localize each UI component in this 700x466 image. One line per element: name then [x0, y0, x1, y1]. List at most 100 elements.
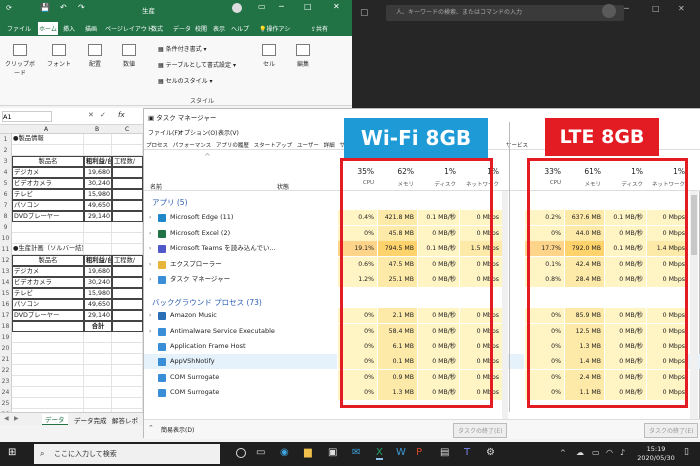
- close-icon[interactable]: ✕: [333, 2, 340, 11]
- expand-icon[interactable]: ›: [149, 226, 151, 241]
- cortana-icon[interactable]: [236, 448, 246, 458]
- ribbon-tab-page-layout[interactable]: ページレイアウト: [104, 22, 154, 35]
- left-scrollbar[interactable]: [502, 191, 508, 419]
- cell-c[interactable]: [112, 288, 143, 299]
- network-icon[interactable]: ◠: [606, 448, 613, 457]
- cell-b[interactable]: 49,650: [84, 200, 112, 211]
- maximize-icon[interactable]: □: [304, 2, 312, 11]
- cell-b[interactable]: 15,980: [84, 288, 112, 299]
- menu-file[interactable]: ファイル(F): [148, 128, 180, 137]
- cell-a[interactable]: [12, 398, 84, 409]
- row-number[interactable]: 12: [0, 255, 12, 266]
- cell-c[interactable]: [112, 211, 143, 222]
- cell-b[interactable]: 15,980: [84, 189, 112, 200]
- cell-c[interactable]: [112, 244, 143, 255]
- clock[interactable]: 15:19 2020/05/30: [632, 445, 680, 463]
- format-as-table-button[interactable]: ▦ テーブルとして書式設定 ▾: [158, 60, 236, 69]
- cell-a[interactable]: デジカメ: [12, 167, 84, 178]
- settings-icon[interactable]: ⚙: [486, 447, 495, 458]
- cell-a[interactable]: DVDプレーヤー: [12, 211, 84, 222]
- word-icon[interactable]: W: [396, 447, 406, 458]
- apps-group-header[interactable]: アプリ (5): [152, 197, 188, 208]
- name-box[interactable]: [2, 111, 52, 122]
- cell-b[interactable]: 粗利益/台: [84, 255, 112, 266]
- row-number[interactable]: 4: [0, 167, 12, 178]
- cell-b[interactable]: [84, 332, 112, 343]
- cancel-edit-icon[interactable]: ✕: [88, 111, 94, 119]
- nav-icon[interactable]: ▢: [360, 8, 369, 18]
- cell-a[interactable]: [12, 233, 84, 244]
- number-group[interactable]: 数値: [116, 44, 142, 68]
- cell-a[interactable]: テレビ: [12, 189, 84, 200]
- cell-a[interactable]: ●生産計画（ソルバー結果）: [12, 244, 84, 255]
- ribbon-tab-view[interactable]: 表示: [212, 22, 226, 35]
- volume-icon[interactable]: ♪: [620, 448, 625, 457]
- cell-a[interactable]: ビデオカメラ: [12, 178, 84, 189]
- row-number[interactable]: 13: [0, 266, 12, 277]
- cell-c[interactable]: [112, 167, 143, 178]
- cell-a[interactable]: テレビ: [12, 288, 84, 299]
- prev-sheet-icon[interactable]: ◀: [4, 415, 9, 422]
- cell-a[interactable]: ビデオカメラ: [12, 277, 84, 288]
- cell-b[interactable]: 49,650: [84, 299, 112, 310]
- cell-c[interactable]: [112, 321, 143, 332]
- end-task-button-right[interactable]: タスクの終了(E): [644, 423, 699, 438]
- ribbon-display-icon[interactable]: ▭: [258, 2, 266, 11]
- cell-c[interactable]: [112, 178, 143, 189]
- cell-a[interactable]: [12, 354, 84, 365]
- terminal-icon[interactable]: ▤: [440, 447, 449, 458]
- autosave-icon[interactable]: ⟳: [6, 4, 12, 12]
- cell-c[interactable]: [112, 376, 143, 387]
- cell-c[interactable]: [112, 310, 143, 321]
- col-status[interactable]: 状態: [277, 182, 289, 191]
- row-number[interactable]: 5: [0, 178, 12, 189]
- cell-b[interactable]: 19,680: [84, 167, 112, 178]
- store-icon[interactable]: ▣: [328, 447, 337, 458]
- row-number[interactable]: 18: [0, 321, 12, 332]
- col-header-b[interactable]: B: [95, 125, 99, 134]
- cell-a[interactable]: [12, 321, 84, 332]
- explorer-icon[interactable]: ▆: [304, 447, 312, 458]
- cell-a[interactable]: [12, 332, 84, 343]
- menu-view[interactable]: 表示(V): [218, 128, 239, 137]
- cell-c[interactable]: [112, 266, 143, 277]
- row-number[interactable]: 2: [0, 145, 12, 156]
- background-group-header[interactable]: バックグラウンド プロセス (73): [152, 297, 262, 308]
- col-header-a[interactable]: A: [44, 125, 48, 134]
- cell-b[interactable]: [84, 134, 112, 145]
- fewer-details-link[interactable]: 簡易表示(D): [161, 425, 194, 434]
- cell-a[interactable]: [12, 222, 84, 233]
- expand-icon[interactable]: ›: [149, 257, 151, 272]
- cell-a[interactable]: 製品名: [12, 255, 84, 266]
- cell-a[interactable]: パソコン: [12, 200, 84, 211]
- cell-b[interactable]: 合計: [84, 321, 112, 332]
- cell-a[interactable]: 製品名: [12, 156, 84, 167]
- row-number[interactable]: 3: [0, 156, 12, 167]
- cell-a[interactable]: [12, 387, 84, 398]
- row-number[interactable]: 6: [0, 189, 12, 200]
- right-scrollbar[interactable]: [690, 191, 698, 419]
- profile-avatar[interactable]: [602, 4, 616, 18]
- cell-c[interactable]: [112, 332, 143, 343]
- taskbar-search-box[interactable]: ⌕ ここに入力して検索: [34, 444, 220, 464]
- row-number[interactable]: 8: [0, 211, 12, 222]
- cell-c[interactable]: [112, 222, 143, 233]
- cell-a[interactable]: [12, 376, 84, 387]
- cell-c[interactable]: [112, 277, 143, 288]
- teams-icon[interactable]: T: [464, 447, 470, 458]
- minimize-icon[interactable]: ─: [624, 4, 629, 13]
- sort-chevron-icon[interactable]: ^: [204, 152, 211, 161]
- onedrive-icon[interactable]: ☁: [576, 448, 584, 457]
- expand-icon[interactable]: ›: [149, 324, 151, 339]
- cell-c[interactable]: [112, 200, 143, 211]
- cell-c[interactable]: [112, 354, 143, 365]
- align-group[interactable]: 配置: [82, 44, 108, 68]
- cell-b[interactable]: 19,680: [84, 266, 112, 277]
- cell-b[interactable]: [84, 387, 112, 398]
- ribbon-tab-draw[interactable]: 描画: [84, 22, 98, 35]
- undo-icon[interactable]: ↶: [60, 3, 67, 12]
- next-sheet-icon[interactable]: ▶: [14, 415, 19, 422]
- cell-a[interactable]: [12, 343, 84, 354]
- task-view-icon[interactable]: ▭: [256, 447, 265, 458]
- cell-c[interactable]: [112, 387, 143, 398]
